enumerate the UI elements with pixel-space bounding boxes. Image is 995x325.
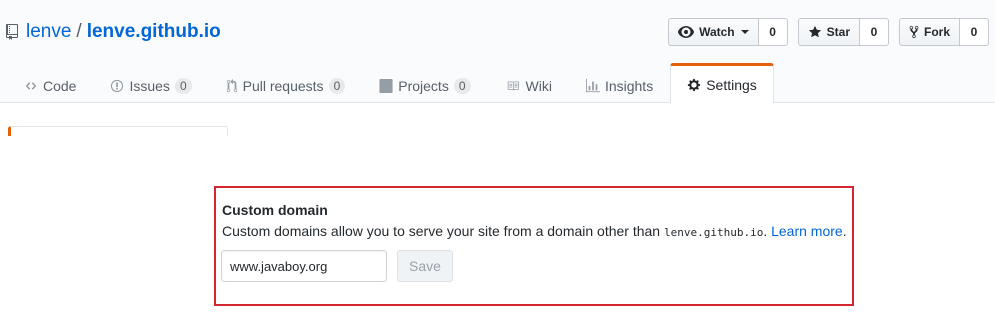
tab-code[interactable]: Code [7,63,93,106]
tab-label: Insights [604,77,654,94]
fork-button[interactable]: Fork [898,18,960,46]
tab-label: Settings [706,76,757,93]
issues-counter: 0 [174,77,192,94]
project-icon [379,78,393,93]
repo-owner-link[interactable]: lenve [26,20,71,44]
tab-projects[interactable]: Projects 0 [362,63,487,106]
issue-icon [110,79,124,93]
pull-requests-counter: 0 [328,77,346,94]
star-icon [808,25,822,39]
tab-issues[interactable]: Issues 0 [93,63,208,106]
repo-header: lenve / lenve.github.io Watch 0 Star 0 F… [0,0,995,106]
description-period: . [842,223,847,239]
star-button[interactable]: Star [797,18,860,46]
code-icon [24,80,38,92]
tab-settings[interactable]: Settings [670,63,774,104]
projects-counter: 0 [453,77,471,94]
eye-icon [678,26,695,38]
fork-group: Fork 0 [898,18,989,46]
repo-name-link[interactable]: lenve.github.io [87,20,221,44]
star-count[interactable]: 0 [859,18,889,46]
tab-label: Issues [129,77,170,94]
tab-label: Pull requests [242,77,324,94]
custom-domain-input[interactable] [221,250,387,282]
repo-path-separator: / [76,21,82,42]
watch-label: Watch [699,25,735,39]
save-button[interactable]: Save [397,250,453,282]
custom-domain-title: Custom domain [222,202,328,218]
watch-count[interactable]: 0 [758,18,788,46]
graph-icon [585,78,600,93]
fork-count[interactable]: 0 [960,18,989,46]
pull-request-icon [226,78,238,93]
description-separator: . [763,223,772,239]
tab-label: Projects [398,77,449,94]
repo-title: lenve / lenve.github.io [6,20,221,44]
watch-button[interactable]: Watch [668,18,759,46]
fork-label: Fork [923,25,950,39]
star-group: Star 0 [797,18,889,46]
default-domain-code: lenve.github.io [663,226,764,239]
repo-nav-tabs: Code Issues 0 Pull requests 0 Projects 0 [7,63,774,106]
custom-domain-description-text: Custom domains allow you to serve your s… [222,223,664,239]
custom-domain-description: Custom domains allow you to serve your s… [222,223,847,239]
fork-icon [909,25,919,39]
chevron-down-icon [740,30,749,34]
settings-menu [8,126,228,136]
tab-insights[interactable]: Insights [569,63,670,106]
book-icon [505,80,521,92]
star-label: Star [826,25,850,39]
tab-pull-requests[interactable]: Pull requests 0 [209,63,363,106]
watch-group: Watch 0 [668,18,788,46]
tab-label: Wiki [525,77,552,94]
tab-label: Code [43,77,77,94]
learn-more-link[interactable]: Learn more [771,223,843,239]
repo-actions: Watch 0 Star 0 Fork 0 [668,18,989,46]
tab-wiki[interactable]: Wiki [488,63,569,106]
gear-icon [687,78,701,92]
repo-icon [6,23,22,41]
custom-domain-section: Custom domain Custom domains allow you t… [214,186,854,306]
